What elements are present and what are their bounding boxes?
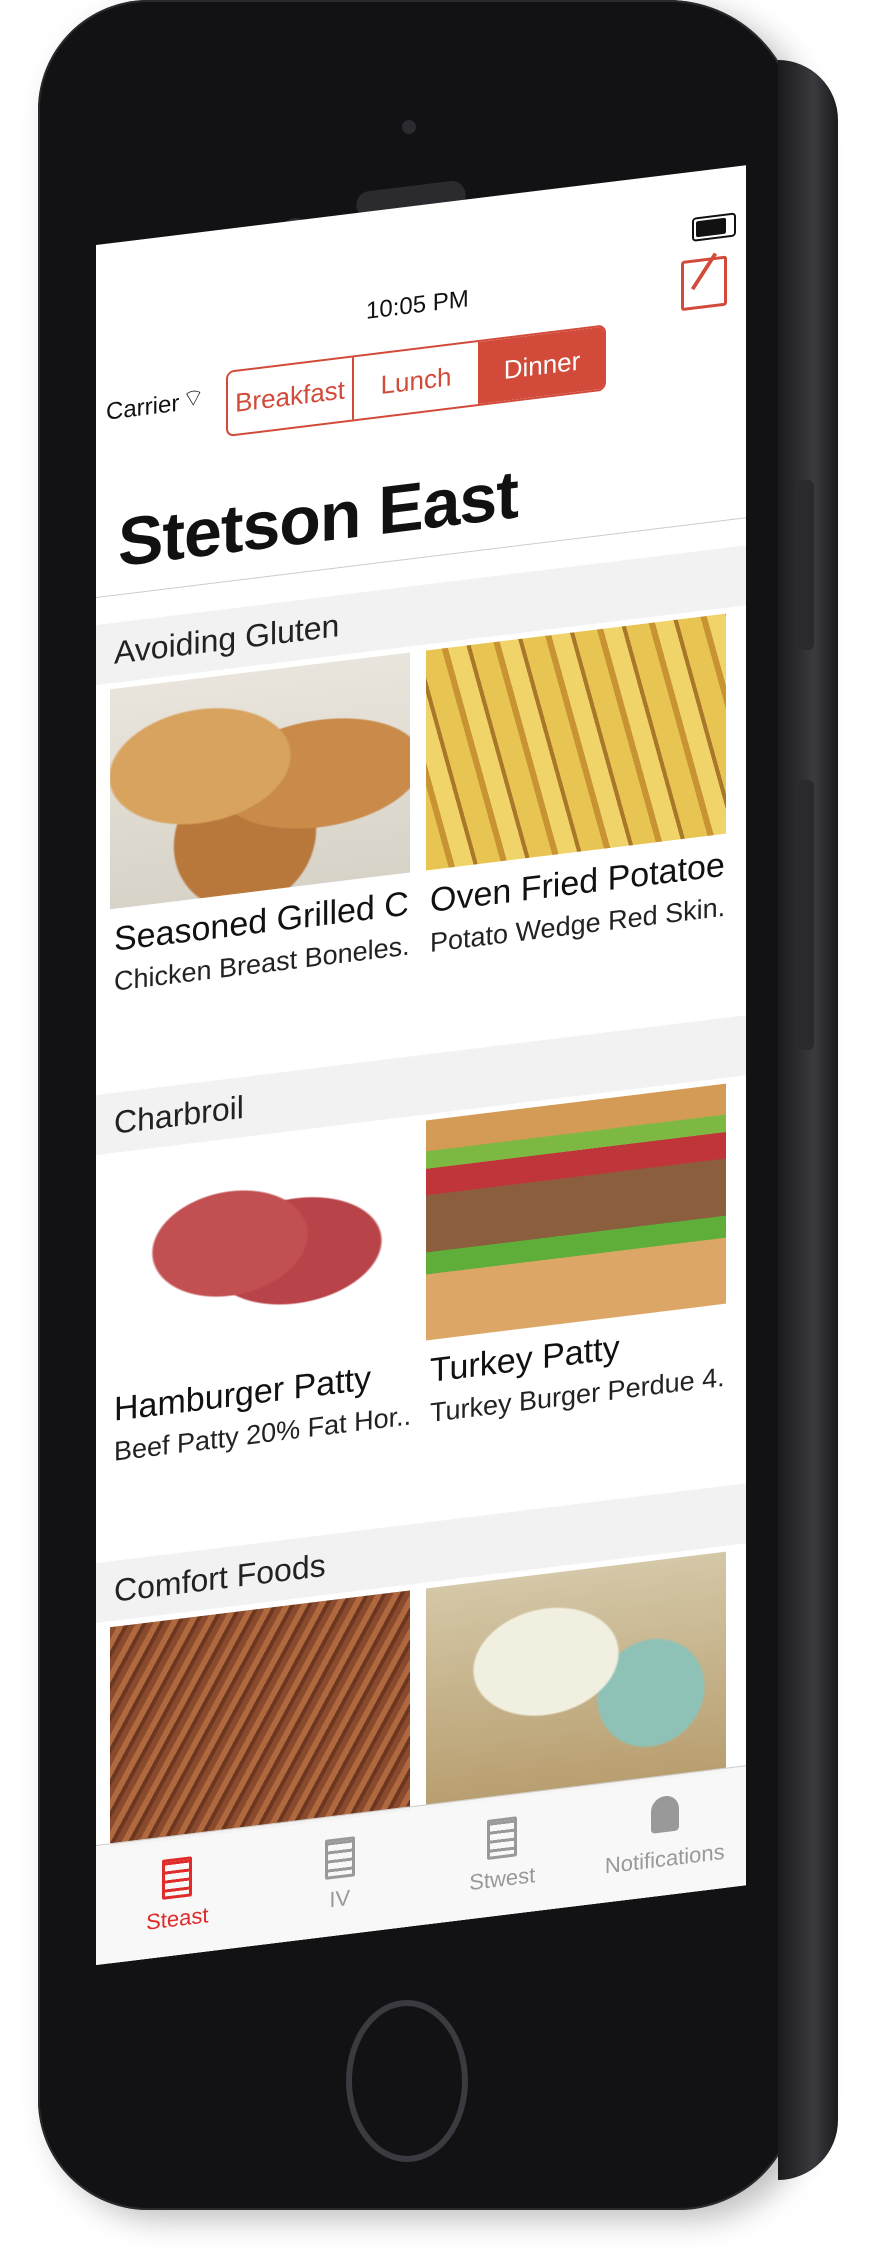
tab-label: Stwest xyxy=(469,1862,536,1896)
status-time: 10:05 PM xyxy=(366,285,469,325)
phone-rim xyxy=(778,60,838,2180)
volume-down-button xyxy=(798,780,814,1050)
tab-stwest[interactable]: Stwest xyxy=(421,1786,584,1926)
meal-segmented-control[interactable]: Breakfast Lunch Dinner xyxy=(226,324,606,438)
phone-frame: Carrier ⌔ 10:05 PM Breakfast Lunch Dinne… xyxy=(38,0,838,2210)
segment-lunch[interactable]: Lunch xyxy=(354,341,480,420)
building-icon xyxy=(487,1816,518,1860)
food-image xyxy=(426,1551,726,1809)
segment-dinner[interactable]: Dinner xyxy=(480,326,604,404)
food-image xyxy=(110,1122,410,1380)
tab-label: Notifications xyxy=(604,1838,725,1879)
page-title: Stetson East xyxy=(118,456,518,582)
menu-item-card[interactable]: Turkey Patty Turkey Burger Perdue 4... xyxy=(426,1083,726,1501)
bell-icon xyxy=(650,1794,679,1834)
tab-notifications[interactable]: Notifications xyxy=(584,1766,747,1906)
volume-up-button xyxy=(798,480,814,650)
wifi-icon: ⌔ xyxy=(182,383,205,414)
home-button xyxy=(346,2000,468,2162)
app-screen: Carrier ⌔ 10:05 PM Breakfast Lunch Dinne… xyxy=(96,165,746,1965)
menu-item-card[interactable]: Oven Fried Potatoes Potato Wedge Red Ski… xyxy=(426,613,726,1031)
section-title: Avoiding Gluten xyxy=(114,607,340,671)
proximity-sensor xyxy=(402,120,416,134)
food-image xyxy=(110,1590,410,1848)
compose-icon[interactable] xyxy=(681,255,727,312)
building-icon xyxy=(324,1836,355,1880)
battery-icon xyxy=(692,212,736,242)
menu-item-card[interactable]: Hamburger Patty Beef Patty 20% Fat Hor..… xyxy=(110,1122,410,1540)
tab-iv[interactable]: IV xyxy=(259,1806,422,1946)
carrier-label: Carrier xyxy=(106,389,180,426)
section-title: Comfort Foods xyxy=(114,1546,326,1609)
building-icon xyxy=(162,1856,193,1900)
menu-item-card[interactable]: Seasoned Grilled C... Chicken Breast Bon… xyxy=(110,652,410,1070)
tab-label: IV xyxy=(329,1884,351,1913)
segment-breakfast[interactable]: Breakfast xyxy=(228,357,354,435)
food-image xyxy=(426,1083,726,1341)
tab-steast[interactable]: Steast xyxy=(96,1826,259,1965)
section-title: Charbroil xyxy=(114,1088,244,1141)
food-image xyxy=(110,652,410,910)
tab-label: Steast xyxy=(146,1902,209,1935)
food-image xyxy=(426,613,726,871)
